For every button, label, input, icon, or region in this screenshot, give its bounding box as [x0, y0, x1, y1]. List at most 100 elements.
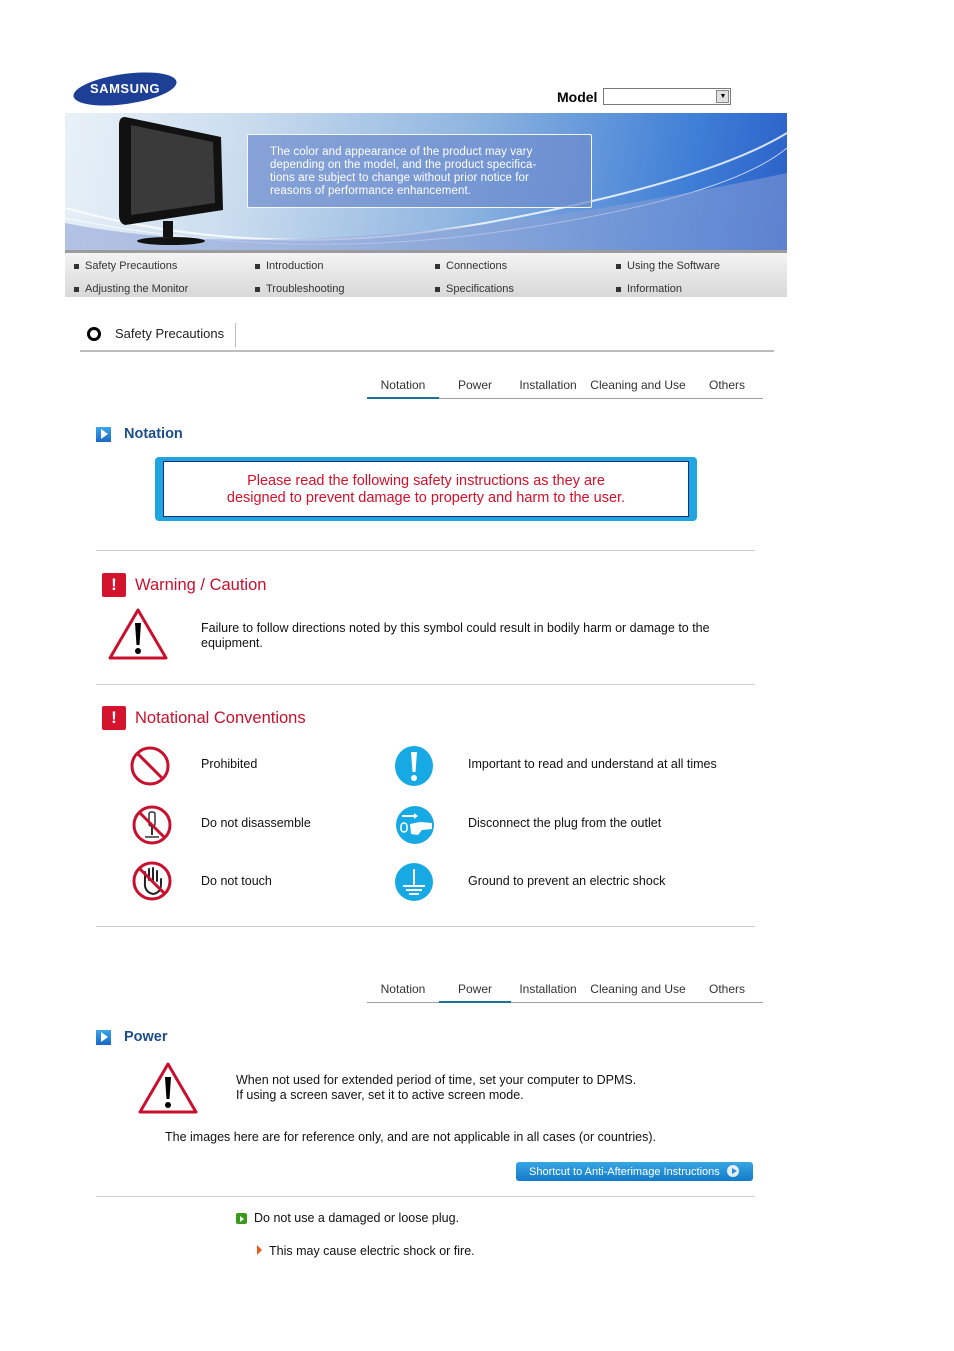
prohibited-icon — [130, 746, 170, 786]
safety-notice-text: Please read the following safety instruc… — [163, 461, 689, 517]
circle-icon — [87, 327, 101, 341]
tab-others[interactable]: Others — [691, 378, 763, 398]
bullet-icon — [255, 263, 260, 269]
breadcrumb-current: Safety Precautions — [115, 326, 225, 341]
warning-triangle-icon — [108, 608, 168, 660]
exclamation-icon: ! — [102, 573, 126, 597]
model-label: Model — [557, 88, 598, 105]
samsung-logo[interactable]: SAMSUNG — [72, 70, 178, 108]
text-line: Failure to follow directions noted by th… — [201, 621, 710, 635]
convention-label: Prohibited — [201, 757, 258, 771]
text-line: equipment. — [201, 636, 263, 650]
no-touch-icon — [132, 861, 172, 901]
tab-power[interactable]: Power — [439, 378, 511, 398]
convention-label: Important to read and understand at all … — [468, 757, 717, 771]
shortcut-label: Shortcut to Anti-Afterimage Instructions — [529, 1165, 720, 1178]
no-disassemble-icon — [132, 805, 172, 845]
exclamation-icon: ! — [102, 706, 126, 730]
banner-line: reasons of performance enhancement. — [270, 185, 472, 197]
unplug-icon — [396, 806, 434, 844]
notice-line: designed to prevent damage to property a… — [226, 490, 626, 506]
text-line: When not used for extended period of tim… — [236, 1073, 637, 1087]
bullet-icon — [255, 286, 260, 292]
dropdown-arrow-icon[interactable]: ▼ — [716, 90, 730, 103]
notation-heading: Notation — [96, 426, 183, 442]
power-title: Power — [124, 1029, 168, 1045]
power-heading: Power — [96, 1029, 168, 1045]
power-bullet: Do not use a damaged or loose plug. — [254, 1211, 459, 1225]
tab-notation[interactable]: Notation — [367, 982, 439, 1002]
banner-line: tions are subject to change without prio… — [270, 172, 529, 184]
tab-power[interactable]: Power — [439, 982, 511, 1003]
text-line: If using a screen saver, set it to activ… — [236, 1088, 524, 1102]
tab-notation[interactable]: Notation — [367, 378, 439, 399]
bullet-icon — [435, 286, 440, 292]
tab-installation[interactable]: Installation — [511, 982, 585, 1002]
nav-label: Introduction — [266, 260, 324, 272]
arrow-right-icon — [96, 426, 111, 442]
bullet-icon — [616, 286, 621, 292]
warning-heading: ! Warning / Caution — [102, 573, 266, 597]
nav-adjusting-the-monitor[interactable]: Adjusting the Monitor — [74, 283, 188, 295]
section-tabs: Notation Power Installation Cleaning and… — [367, 376, 763, 399]
bullet-icon — [74, 286, 79, 292]
tab-others[interactable]: Others — [691, 982, 763, 1002]
monitor-image — [119, 117, 223, 245]
banner-line: The color and appearance of the product … — [270, 146, 533, 158]
convention-label: Do not touch — [201, 874, 272, 888]
reference-note: The images here are for reference only, … — [165, 1130, 656, 1144]
convention-label: Do not disassemble — [201, 816, 311, 830]
orange-arrow-bullet-icon — [257, 1245, 262, 1255]
important-icon — [395, 746, 433, 786]
safety-notice-box: Please read the following safety instruc… — [155, 457, 697, 521]
notice-line: Please read the following safety instruc… — [247, 473, 605, 489]
model-selector: Model ▼ — [557, 88, 732, 105]
tab-cleaning-and-use[interactable]: Cleaning and Use — [585, 982, 691, 1002]
main-nav: Safety Precautions Introduction Connecti… — [65, 250, 787, 297]
page: SAMSUNG Model ▼ The color and appearance… — [0, 0, 954, 1351]
play-icon — [727, 1165, 739, 1177]
divider — [96, 684, 755, 685]
nav-connections[interactable]: Connections — [435, 260, 507, 272]
warning-description: Failure to follow directions noted by th… — [201, 621, 751, 651]
nav-label: Connections — [446, 260, 508, 272]
section-tabs: Notation Power Installation Cleaning and… — [367, 980, 763, 1003]
nav-safety-precautions[interactable]: Safety Precautions — [74, 260, 177, 272]
breadcrumb-divider — [235, 323, 236, 347]
tab-installation[interactable]: Installation — [511, 378, 585, 398]
conventions-title: Notational Conventions — [135, 708, 306, 727]
power-sub-bullet: This may cause electric shock or fire. — [269, 1244, 475, 1258]
nav-label: Safety Precautions — [85, 260, 178, 272]
divider — [96, 550, 755, 551]
notation-title: Notation — [124, 426, 183, 442]
tab-cleaning-and-use[interactable]: Cleaning and Use — [585, 378, 691, 398]
convention-label: Ground to prevent an electric shock — [468, 874, 666, 888]
green-arrow-bullet-icon — [236, 1213, 247, 1224]
nav-information[interactable]: Information — [616, 283, 682, 295]
divider — [96, 1196, 755, 1197]
nav-label: Troubleshooting — [266, 283, 345, 295]
conventions-heading: ! Notational Conventions — [102, 706, 306, 730]
product-banner: The color and appearance of the product … — [65, 113, 787, 250]
divider — [96, 926, 755, 927]
banner-line: depending on the model, and the product … — [270, 159, 537, 171]
nav-troubleshooting[interactable]: Troubleshooting — [255, 283, 344, 295]
banner-message: The color and appearance of the product … — [247, 134, 592, 208]
nav-introduction[interactable]: Introduction — [255, 260, 323, 272]
warning-title: Warning / Caution — [135, 575, 267, 594]
nav-label: Information — [627, 283, 683, 295]
arrow-right-icon — [96, 1029, 111, 1045]
nav-label: Using the Software — [627, 260, 720, 272]
breadcrumb: Safety Precautions — [80, 320, 774, 352]
convention-label: Disconnect the plug from the outlet — [468, 816, 662, 830]
ground-icon — [395, 863, 433, 901]
model-select[interactable]: ▼ — [603, 88, 732, 105]
samsung-logo-text: SAMSUNG — [90, 81, 160, 96]
bullet-icon — [616, 263, 621, 269]
power-description: When not used for extended period of tim… — [236, 1073, 736, 1103]
nav-label: Adjusting the Monitor — [85, 283, 189, 295]
anti-afterimage-shortcut-button[interactable]: Shortcut to Anti-Afterimage Instructions — [516, 1162, 753, 1181]
nav-specifications[interactable]: Specifications — [435, 283, 514, 295]
bullet-icon — [435, 263, 440, 269]
nav-using-the-software[interactable]: Using the Software — [616, 260, 720, 272]
